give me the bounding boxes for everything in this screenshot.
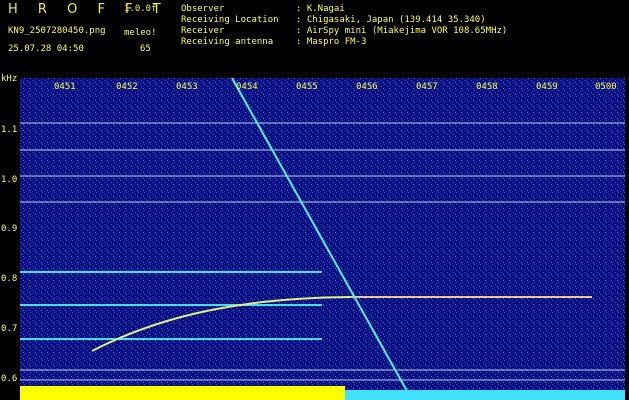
field-receiver-value: : AirSpy mini (Miakejima VOR 108.65MHz) (296, 26, 508, 36)
field-location-label: Receiving Location (181, 15, 279, 25)
x-tick: 0451 (54, 82, 76, 92)
x-tick: 0500 (595, 82, 617, 92)
version-label: 1.0.0f (124, 4, 157, 14)
y-tick: 1.0 (1, 175, 18, 185)
y-axis-unit: kHz (1, 74, 18, 84)
filename-label: KN9_2507280450.png (8, 26, 106, 36)
y-tick: 0.7 (1, 324, 18, 334)
field-antenna-value: : Maspro FM-3 (296, 37, 367, 47)
y-tick: 0.9 (1, 224, 18, 234)
x-tick: 0453 (176, 82, 198, 92)
x-tick: 0458 (476, 82, 498, 92)
x-tick: 0455 (296, 82, 318, 92)
spectrogram-svg (20, 78, 625, 400)
field-receiver-label: Receiver (181, 26, 225, 36)
x-tick: 0454 (236, 82, 258, 92)
header-panel: H R O F F T 1.0.0f KN9_2507280450.png me… (0, 0, 629, 78)
field-antenna-label: Receiving antenna (181, 37, 274, 47)
x-tick: 0452 (116, 82, 138, 92)
field-observer-value: : K.Nagai (296, 4, 345, 14)
x-tick: 0459 (536, 82, 558, 92)
datetime-label: 25.07.28 04:50 (8, 44, 84, 54)
field-observer-label: Observer (181, 4, 225, 14)
power-bar-right (345, 390, 625, 400)
y-tick: 0.8 (1, 274, 18, 284)
spectrogram-plot (20, 78, 625, 400)
field-location-value: : Chigasaki, Japan (139.414 35.340) (296, 15, 486, 25)
y-tick: 0.6 (1, 374, 18, 384)
meteor-count: 65 (140, 44, 151, 54)
meteor-label: meleo! (124, 28, 157, 38)
y-tick: 1.1 (1, 125, 18, 135)
power-bar-left (20, 386, 345, 400)
x-tick: 0457 (416, 82, 438, 92)
x-tick: 0456 (356, 82, 378, 92)
